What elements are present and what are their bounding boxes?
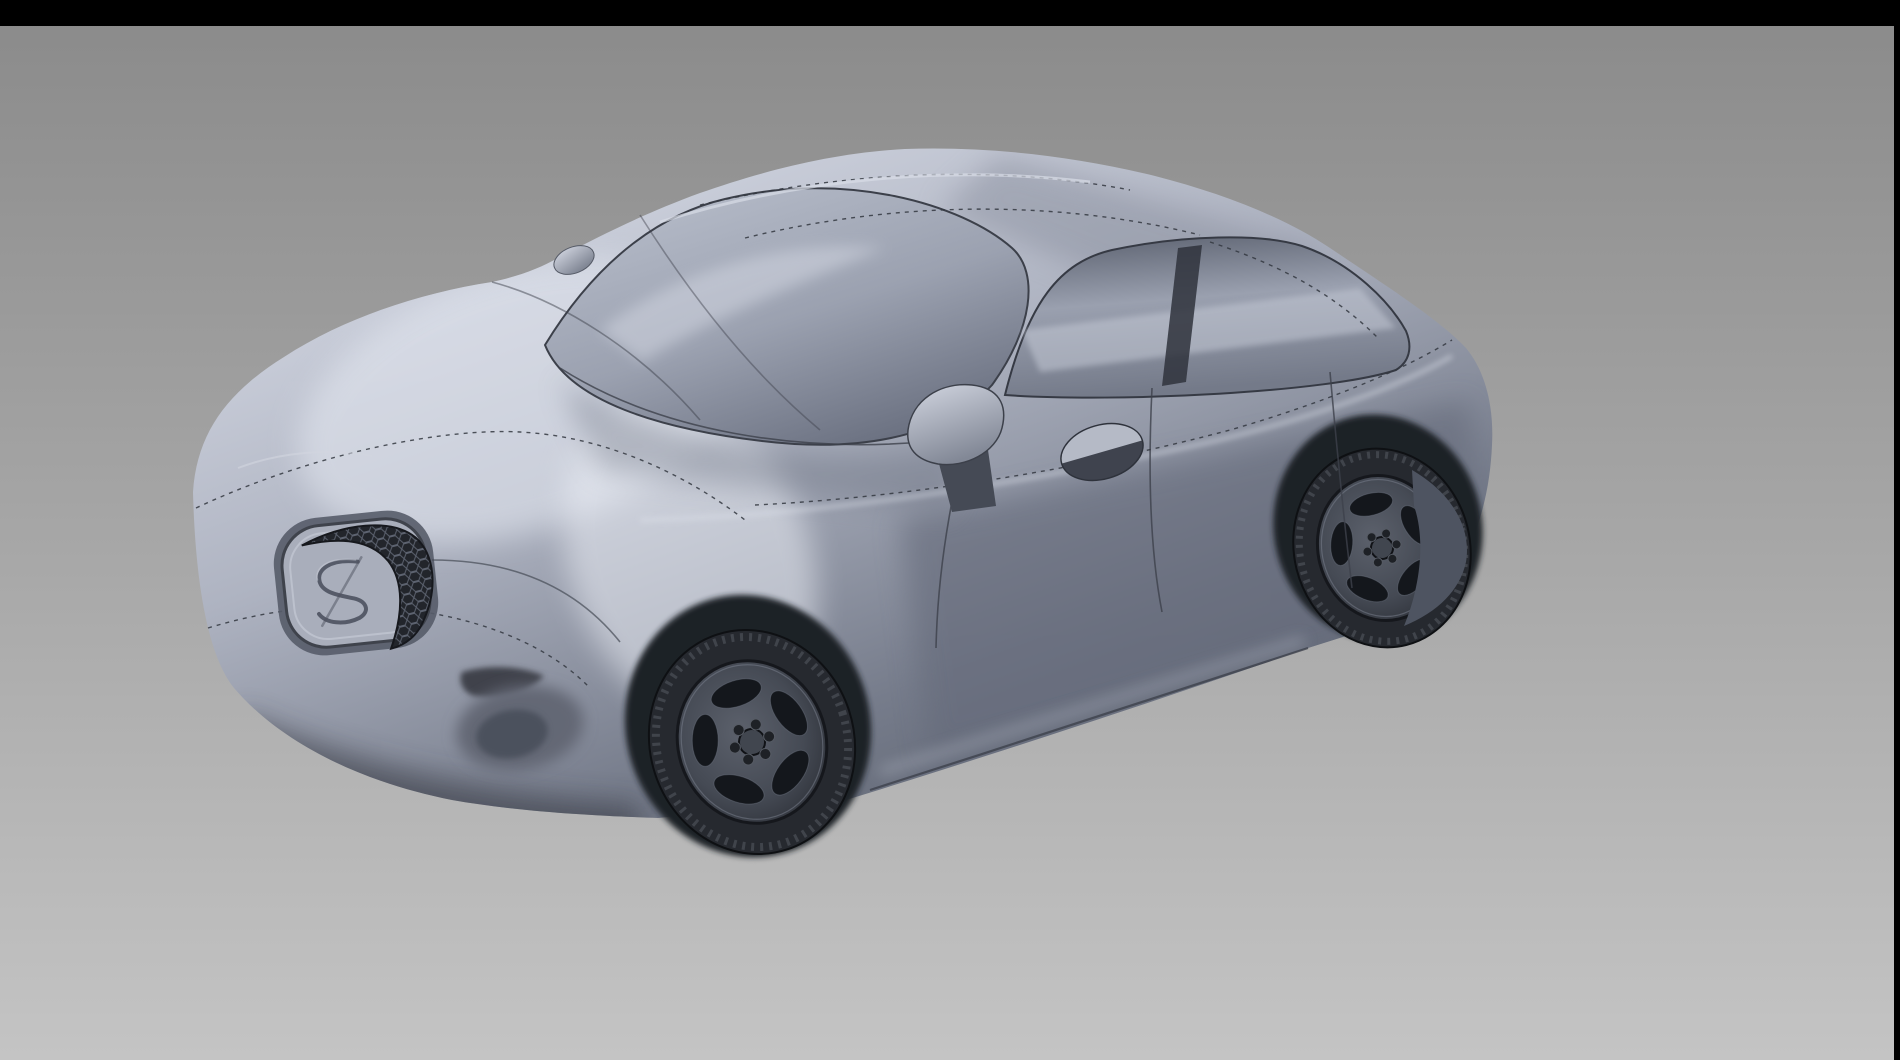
grille <box>269 506 443 660</box>
car-render <box>0 0 1894 1060</box>
right-letterbox-bar <box>1894 0 1900 1060</box>
top-letterbox-bar <box>0 0 1900 26</box>
screen <box>0 0 1900 1060</box>
viewport-3d[interactable] <box>0 0 1894 1060</box>
